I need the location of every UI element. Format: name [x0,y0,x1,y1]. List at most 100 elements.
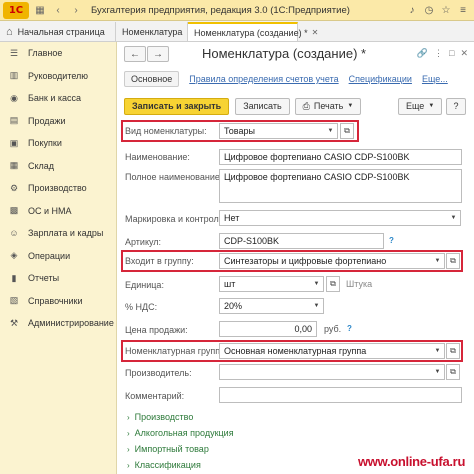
fullname-label: Полное наименование: [125,172,223,182]
tab-nomenclature-label: Номенклатура [122,26,183,37]
save-button[interactable]: Записать [235,97,290,115]
toolbar: Записать и закрыть Записать ⎙ Печать ▼ Еще… [118,96,474,116]
article-field[interactable]: CDP-S100BK [219,233,384,249]
back-icon[interactable]: ‹ [51,3,65,17]
chevron-down-icon[interactable]: ▼ [310,276,324,292]
page-title: Номенклатура (создание) * [202,46,367,61]
unit-label: Единица: [125,280,164,290]
group-classification[interactable]: › Классификация [127,460,201,470]
vat-label: % НДС: [125,302,158,312]
tab-active-label: Номенклатура (создание) * [194,27,308,38]
link-more[interactable]: Еще... [422,74,448,84]
chevron-down-icon: ▼ [428,103,435,109]
open-icon[interactable]: ⧉ [326,276,340,292]
open-icon[interactable]: ⧉ [446,364,460,380]
marking-field[interactable]: Нет [219,210,448,226]
help-button[interactable]: ? [446,97,466,115]
sidebar-item-assets[interactable]: ▩ ОС и НМА [0,200,116,223]
salary-icon: ☺ [9,228,19,239]
price-field[interactable]: 0,00 [219,321,317,337]
tab-main[interactable]: Основное [124,71,180,87]
sidebar-item-admin[interactable]: ⚒ Администрирование [0,312,116,335]
chevron-down-icon[interactable]: ▼ [310,298,324,314]
print-button[interactable]: ⎙ Печать ▼ [294,97,362,115]
watermark: www.online-ufa.ru [358,454,466,469]
comment-field[interactable] [219,387,462,403]
group-production[interactable]: › Производство [127,412,193,422]
group-imported[interactable]: › Импортный товар [127,444,209,454]
group-field[interactable]: Синтезаторы и цифровые фортепиано [219,253,432,269]
chevron-down-icon: ▼ [347,103,354,109]
chevron-down-icon[interactable]: ▼ [431,253,445,269]
clock-icon[interactable]: ◷ [422,3,436,17]
nomgroup-field[interactable]: Основная номенклатурная группа [219,343,432,359]
menu-icon[interactable]: ≡ [456,3,470,17]
name-field[interactable]: Цифровое фортепиано CASIO CDP-S100BK [219,149,462,165]
sidebar-item-salary[interactable]: ☺ Зарплата и кадры [0,222,116,245]
operations-icon: ◈ [10,250,18,261]
title-bar: 1С ▦ ‹ › Бухгалтерия предприятия, редакц… [0,0,474,21]
reports-icon: ▮ [11,272,17,283]
tabs-bar: ⌂ Начальная страница Номенклатура Номенк… [0,21,474,42]
forward-button[interactable]: → [147,46,169,62]
sidebar-item-main[interactable]: ☰ Главное [0,42,116,65]
group-alcohol[interactable]: › Алкогольная продукция [127,428,234,438]
sidebar-item-production[interactable]: ⚙ Производство [0,177,116,200]
close-icon[interactable]: ✕ [460,48,468,59]
help-icon[interactable]: ? [347,324,352,333]
chevron-right-icon: › [127,460,130,470]
chevron-down-icon[interactable]: ▼ [431,343,445,359]
assets-icon: ▩ [9,205,19,216]
unit-hint: Штука [346,279,373,289]
open-icon[interactable]: ⧉ [446,343,460,359]
grid-icon[interactable]: ▦ [33,3,47,17]
more-button[interactable]: Еще ▼ [398,97,443,115]
home-icon: ⌂ [6,25,13,38]
producer-field[interactable] [219,364,432,380]
bell-icon[interactable]: ♪ [405,3,419,17]
producer-label: Производитель: [125,368,192,378]
warehouse-icon: ▦ [9,160,19,171]
chevron-down-icon[interactable]: ▼ [431,364,445,380]
tab-nomenclature[interactable]: Номенклатура [116,22,188,41]
sidebar-item-operations[interactable]: ◈ Операции [0,245,116,268]
sales-icon: ▤ [9,115,19,126]
unit-field[interactable]: шт [219,276,311,292]
chevron-down-icon[interactable]: ▼ [324,123,338,139]
help-icon[interactable]: ? [389,236,394,245]
arrow-left-icon: ← [130,48,140,60]
sidebar-item-bank[interactable]: ◉ Банк и касса [0,87,116,110]
fullname-field[interactable]: Цифровое фортепиано CASIO CDP-S100BK [219,169,462,203]
back-button[interactable]: ← [124,46,146,62]
sidebar-item-directories[interactable]: ▧ Справочники [0,290,116,313]
kind-field[interactable]: Товары [219,123,325,139]
sidebar-item-manager[interactable]: ▥ Руководителю [0,65,116,88]
sidebar-item-reports[interactable]: ▮ Отчеты [0,267,116,290]
comment-label: Комментарий: [125,391,185,401]
purchase-icon: ▣ [9,137,19,148]
chevron-down-icon[interactable]: ▼ [447,210,461,226]
forward-icon[interactable]: › [69,3,83,17]
open-icon[interactable]: ⧉ [340,123,354,139]
printer-icon: ⎙ [302,100,310,111]
chevron-right-icon: › [127,428,130,438]
sidebar-item-purchases[interactable]: ▣ Покупки [0,132,116,155]
vat-field[interactable]: 20% [219,298,311,314]
open-icon[interactable]: ⧉ [446,253,460,269]
main-panel: ← → Номенклатура (создание) * 🔗 ⋮ □ ✕ Ос… [118,42,474,474]
sidebar-item-sales[interactable]: ▤ Продажи [0,110,116,133]
close-icon[interactable]: ✕ [312,28,319,37]
kind-label: Вид номенклатуры: [125,126,207,136]
tab-nomenclature-create[interactable]: Номенклатура (создание) * ✕ [188,22,318,41]
save-close-button[interactable]: Записать и закрыть [124,97,230,115]
sidebar-item-warehouse[interactable]: ▦ Склад [0,155,116,178]
link-account-rules[interactable]: Правила определения счетов учета [189,74,338,84]
link-icon[interactable]: 🔗 [417,48,428,59]
maximize-icon[interactable]: □ [449,48,454,59]
more-vert-icon[interactable]: ⋮ [434,48,443,59]
tab-home[interactable]: ⌂ Начальная страница [0,22,116,41]
tab-home-label: Начальная страница [17,26,105,37]
directories-icon: ▧ [9,295,19,306]
link-specifications[interactable]: Спецификации [349,74,412,84]
star-icon[interactable]: ☆ [439,3,453,17]
